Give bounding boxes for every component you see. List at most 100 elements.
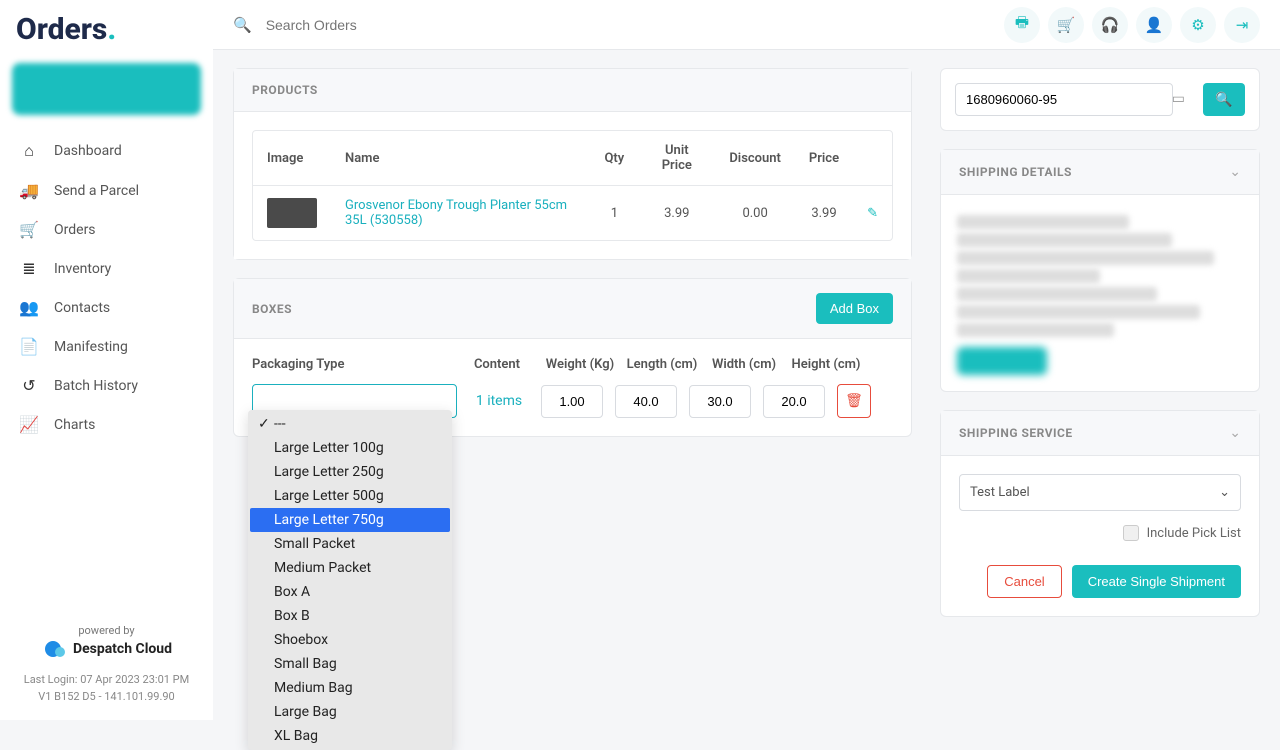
gear-icon[interactable]: ⚙	[1180, 7, 1216, 43]
file-icon: 📄	[18, 337, 40, 356]
add-box-button[interactable]: Add Box	[816, 293, 893, 324]
printer-icon[interactable]: 🖶	[1004, 7, 1040, 43]
powered-by: powered by Despatch Cloud	[0, 614, 213, 665]
sidebar-item-batch-history[interactable]: ↺ Batch History	[0, 366, 213, 405]
col-width: Width (cm)	[703, 357, 785, 372]
cart-icon: 🛒	[18, 220, 40, 239]
topbar: 🔍 🖶 🛒 🎧 👤 ⚙ ⇥	[213, 0, 1280, 50]
packaging-option[interactable]: Large Bag	[250, 700, 450, 724]
packaging-option[interactable]: XL Bag	[250, 724, 450, 748]
packaging-option[interactable]: Large Letter 250g	[250, 460, 450, 484]
shipping-details-body	[941, 195, 1259, 391]
delete-box-button[interactable]: 🗑	[837, 384, 871, 418]
sidebar-item-label: Batch History	[54, 378, 138, 394]
box-content-link[interactable]: 1 items	[469, 393, 529, 409]
sidebar-item-charts[interactable]: 📈 Charts	[0, 405, 213, 444]
chart-icon: 📈	[18, 415, 40, 434]
shipping-details-title: SHIPPING DETAILS	[959, 165, 1072, 179]
sidebar-item-label: Orders	[54, 222, 96, 238]
product-price: 3.99	[795, 186, 853, 240]
user-icon[interactable]: 👤	[1136, 7, 1172, 43]
order-search-button[interactable]: 🔍	[1203, 83, 1245, 116]
packaging-option[interactable]: Large Letter 500g	[250, 484, 450, 508]
sidebar-item-label: Charts	[54, 417, 95, 433]
products-title: PRODUCTS	[252, 83, 318, 97]
height-input[interactable]	[763, 385, 825, 418]
chevron-down-icon[interactable]: ⌄	[1229, 164, 1241, 180]
trash-icon: 🗑	[845, 393, 863, 409]
col-length: Length (cm)	[621, 357, 703, 372]
search-icon: 🔍	[233, 16, 252, 34]
sidebar-item-label: Manifesting	[54, 339, 128, 355]
shipping-service-title: SHIPPING SERVICE	[959, 426, 1073, 440]
sidebar-item-contacts[interactable]: 👥 Contacts	[0, 288, 213, 327]
product-image	[267, 198, 317, 228]
col-height: Height (cm)	[785, 357, 867, 372]
chevron-down-icon[interactable]: ⌄	[1229, 425, 1241, 441]
cancel-button[interactable]: Cancel	[987, 565, 1061, 598]
history-icon: ↺	[18, 376, 40, 395]
packaging-option[interactable]: Box A	[250, 580, 450, 604]
search-orders-input[interactable]	[266, 17, 990, 33]
service-value: Test Label	[970, 485, 1030, 500]
sidebar-nav: ⌂Dashboard 🚚 Send a Parcel 🛒 Orders ≣Inven…	[0, 131, 213, 614]
packaging-option[interactable]: Large Letter 750g	[250, 508, 450, 532]
sidebar-item-label: Contacts	[54, 300, 110, 316]
packaging-option[interactable]: Small Packet	[250, 532, 450, 556]
product-row: Grosvenor Ebony Trough Planter 55cm 35L …	[253, 186, 892, 240]
edit-icon[interactable]: ✎	[867, 206, 878, 221]
sidebar-item-label: Inventory	[54, 261, 111, 277]
packaging-type-dropdown[interactable]: ---Large Letter 100gLarge Letter 250gLar…	[248, 410, 452, 750]
boxes-title: BOXES	[252, 302, 292, 316]
col-image: Image	[253, 131, 331, 186]
sidebar-item-label: Dashboard	[54, 143, 122, 159]
sidebar: Orders. ⌂Dashboard 🚚Send a Parcel 🛒Order…	[0, 0, 213, 720]
order-id-input[interactable]	[955, 83, 1173, 116]
cart-icon[interactable]: 🛒	[1048, 7, 1084, 43]
packaging-option[interactable]: Small Bag	[250, 652, 450, 676]
packaging-option[interactable]: Shoebox	[250, 628, 450, 652]
create-shipment-button[interactable]: Create Single Shipment	[1072, 565, 1241, 598]
sidebar-item-manifesting[interactable]: 📄 Manifesting	[0, 327, 213, 366]
packaging-option[interactable]: ---	[250, 412, 450, 436]
weight-input[interactable]	[541, 385, 603, 418]
search-icon: 🔍	[1215, 92, 1232, 108]
user-pill[interactable]	[12, 63, 201, 115]
col-packaging: Packaging Type	[252, 357, 467, 372]
length-input[interactable]	[615, 385, 677, 418]
packaging-option[interactable]: Medium Packet	[250, 556, 450, 580]
logo-text: Orders	[16, 12, 107, 47]
truck-icon: 🚚	[18, 181, 40, 200]
product-unit-price: 3.99	[638, 186, 715, 240]
sidebar-item-orders[interactable]: 🛒 Orders	[0, 210, 213, 249]
packaging-option[interactable]: Box B	[250, 604, 450, 628]
product-name-link[interactable]: Grosvenor Ebony Trough Planter 55cm 35L …	[345, 198, 567, 228]
despatch-cloud-icon	[41, 639, 67, 659]
service-select[interactable]: Test Label ⌄	[959, 474, 1241, 511]
order-search-card: ▭ 🔍	[940, 68, 1260, 131]
include-pick-list-checkbox[interactable]	[1123, 525, 1139, 541]
product-qty: 1	[590, 186, 638, 240]
sidebar-item-inventory[interactable]: ≣Inventory	[0, 249, 213, 288]
people-icon: 👥	[18, 298, 40, 317]
version-info: V1 B152 D5 - 141.101.99.90	[8, 688, 205, 706]
shipping-service-card: SHIPPING SERVICE ⌄ Test Label ⌄ Include …	[940, 410, 1260, 617]
logout-icon[interactable]: ⇥	[1224, 7, 1260, 43]
col-qty: Qty	[590, 131, 638, 186]
sidebar-item-dashboard[interactable]: ⌂Dashboard	[0, 131, 213, 171]
include-pick-label: Include Pick List	[1147, 526, 1241, 541]
footer-meta: Last Login: 07 Apr 2023 23:01 PM V1 B152…	[0, 665, 213, 720]
product-discount: 0.00	[715, 186, 795, 240]
sidebar-item-send-parcel[interactable]: 🚚 Send a Parcel	[0, 171, 213, 210]
col-discount: Discount	[715, 131, 795, 186]
sidebar-item-label: Send a Parcel	[54, 183, 139, 199]
width-input[interactable]	[689, 385, 751, 418]
packaging-option[interactable]: Large Letter 100g	[250, 436, 450, 460]
shipping-action-button[interactable]	[957, 347, 1047, 375]
packaging-option[interactable]: Medium Bag	[250, 676, 450, 700]
products-card: PRODUCTS Image Name Qty Unit Price Disco…	[233, 68, 912, 260]
powered-brand: Despatch Cloud	[73, 641, 172, 657]
chevron-down-icon: ⌄	[1219, 485, 1230, 500]
support-icon[interactable]: 🎧	[1092, 7, 1128, 43]
powered-label: powered by	[78, 624, 134, 637]
